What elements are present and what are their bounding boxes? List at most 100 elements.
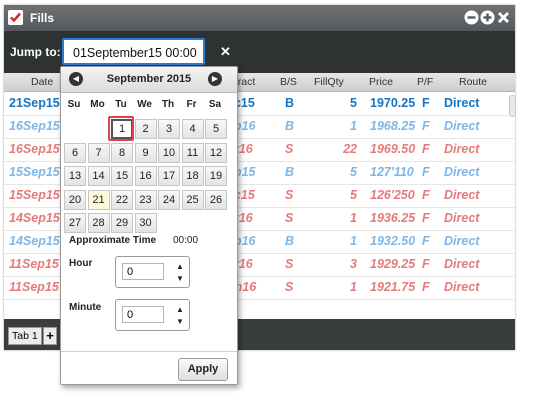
cell-bs: B [285, 165, 295, 179]
tab-1[interactable]: Tab 1 [8, 327, 42, 345]
approximate-time-label: Approximate Time [69, 235, 157, 246]
day-cell[interactable]: 11 [181, 142, 204, 163]
checkmark-icon [8, 10, 23, 25]
cell-pf: F [422, 211, 430, 225]
day-cell[interactable]: 27 [64, 213, 86, 233]
day-cell[interactable]: 28 [87, 213, 110, 233]
cell-price: 1921.75 [370, 280, 416, 294]
day-cell[interactable]: 24 [158, 189, 180, 210]
cell-route: Direct [444, 142, 480, 156]
hour-down-icon[interactable]: ▼ [176, 274, 184, 283]
day-cell[interactable]: 30 [134, 213, 157, 233]
cell-pf: F [422, 188, 430, 202]
clear-jump-button[interactable]: ✕ [220, 44, 231, 60]
hour-input[interactable] [122, 263, 164, 280]
column-header-pf[interactable]: P/F [417, 76, 433, 88]
cell-price: 126'250 [370, 188, 415, 202]
cell-route: Direct [444, 165, 480, 179]
cell-date: 16Sep15 [9, 119, 60, 133]
title-bar: Fills [4, 5, 515, 31]
cell-pf: F [422, 165, 430, 179]
day-cell[interactable]: 5 [205, 119, 227, 139]
day-cell[interactable]: 4 [181, 119, 204, 139]
day-cell[interactable]: 25 [181, 189, 204, 210]
jump-date-input[interactable]: 01September15 00:00 [62, 38, 205, 65]
column-header-qty[interactable]: FillQty [314, 76, 344, 88]
cell-bs: S [285, 142, 294, 156]
cell-route: Direct [444, 280, 480, 294]
weekday-label: Fr [186, 99, 197, 110]
day-cell[interactable]: 14 [87, 166, 110, 186]
apply-button[interactable]: Apply [178, 358, 228, 381]
cell-pf: F [422, 234, 430, 248]
maximize-icon[interactable] [480, 10, 495, 25]
cell-route: Direct [444, 96, 480, 110]
cell-pf: F [422, 142, 430, 156]
day-cell[interactable]: 19 [205, 166, 227, 186]
cell-bs: S [285, 188, 294, 202]
cell-price: 1970.25 [370, 96, 416, 110]
day-cell[interactable]: 7 [87, 142, 110, 163]
cell-bs: S [285, 211, 294, 225]
cell-qty: 1 [350, 234, 357, 248]
column-header-bs[interactable]: B/S [280, 76, 297, 88]
day-cell[interactable]: 2 [134, 119, 157, 139]
day-cell[interactable]: 22 [111, 189, 133, 210]
minute-input[interactable] [122, 306, 164, 323]
minimize-icon[interactable] [464, 10, 479, 25]
day-cell[interactable]: 15 [111, 166, 133, 186]
window-title: Fills [30, 11, 55, 25]
column-header-date[interactable]: Date [31, 76, 53, 88]
cell-qty: 5 [350, 96, 357, 110]
minute-up-icon[interactable]: ▲ [176, 305, 184, 314]
next-month-icon[interactable]: ▶ [208, 72, 222, 86]
day-cell[interactable]: 9 [134, 142, 157, 163]
minute-down-icon[interactable]: ▼ [176, 317, 184, 326]
cell-bs: B [285, 234, 295, 248]
weekday-label: Th [161, 99, 175, 110]
cell-pf: F [422, 280, 430, 294]
cell-pf: F [422, 257, 430, 271]
add-tab-button[interactable]: + [43, 327, 57, 345]
cell-route: Direct [444, 188, 480, 202]
day-cell[interactable]: 3 [158, 119, 180, 139]
day-cell[interactable]: 21 [87, 189, 110, 210]
cell-bs: B [285, 119, 295, 133]
cell-date: 14Sep15 [9, 234, 60, 248]
cell-bs: B [285, 96, 295, 110]
cell-price: 1936.25 [370, 211, 416, 225]
close-icon[interactable] [496, 10, 511, 25]
day-cell[interactable]: 12 [205, 142, 227, 163]
day-cell[interactable]: 17 [158, 166, 180, 186]
cell-route: Direct [444, 257, 480, 271]
cell-date: 16Sep15 [9, 142, 60, 156]
cell-pf: F [422, 96, 430, 110]
cell-date: 11Sep15 [9, 257, 59, 271]
column-header-price[interactable]: Price [369, 76, 393, 88]
day-cell[interactable]: 13 [64, 166, 86, 186]
column-header-route[interactable]: Route [459, 76, 487, 88]
day-cell[interactable]: 10 [158, 142, 180, 163]
cell-price: 1932.50 [370, 234, 416, 248]
date-picker-footer: Apply [61, 351, 237, 385]
hour-up-icon[interactable]: ▲ [176, 262, 184, 271]
day-cell[interactable]: 29 [111, 213, 133, 233]
day-cell[interactable]: 16 [134, 166, 157, 186]
day-cell[interactable]: 6 [64, 142, 86, 163]
day-cell[interactable]: 18 [181, 166, 204, 186]
day-cell[interactable]: 8 [111, 142, 133, 163]
cell-price: 1968.25 [370, 119, 416, 133]
cell-qty: 5 [350, 188, 357, 202]
day-cell[interactable]: 20 [64, 189, 86, 210]
cell-qty: 5 [350, 165, 357, 179]
cell-price: 127'110 [370, 165, 414, 179]
cell-date: 11Sep15 [9, 280, 59, 294]
day-cell[interactable]: 23 [134, 189, 157, 210]
cell-date: 14Sep15 [9, 211, 60, 225]
cell-qty: 1 [350, 119, 357, 133]
hour-label: Hour [69, 258, 93, 269]
weekday-label: We [137, 99, 152, 110]
cell-route: Direct [444, 119, 480, 133]
day-cell[interactable]: 26 [205, 189, 227, 210]
cell-date: 21Sep15 [9, 96, 60, 110]
